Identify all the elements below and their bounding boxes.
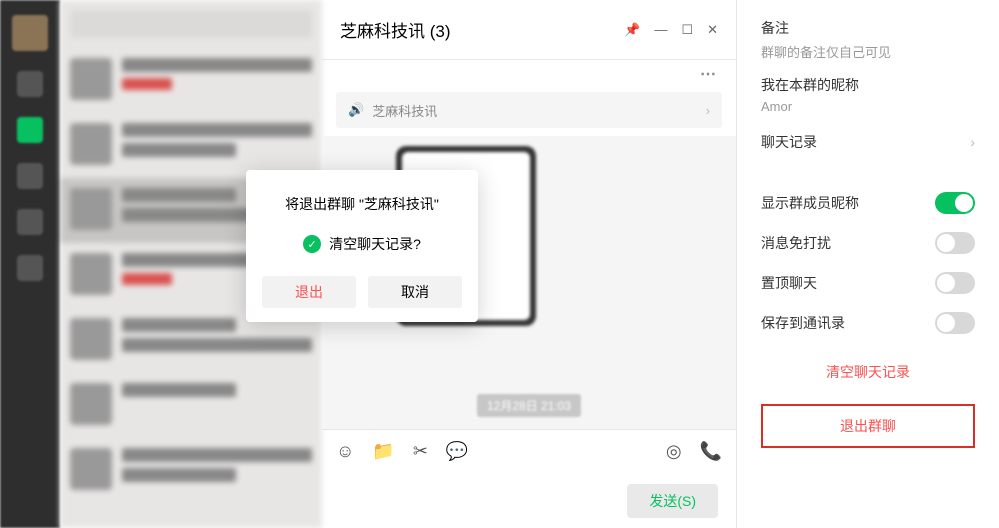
send-button[interactable]: 发送(S) [627,484,718,518]
moments-nav-icon[interactable] [17,255,43,281]
mute-toggle[interactable] [935,232,975,254]
scissors-icon[interactable]: ✂ [413,441,428,462]
pin-icon[interactable]: 📌 [624,22,640,38]
leave-button[interactable]: 退出 [262,276,356,308]
confirm-dialog: 将退出群聊 "芝麻科技讯" ✓ 清空聊天记录? 退出 取消 [246,170,478,322]
group-notice[interactable]: 🔊 芝麻科技讯 › [336,92,722,128]
chevron-right-icon: › [706,103,710,118]
pin-toggle[interactable] [935,272,975,294]
list-item[interactable] [60,438,322,503]
check-icon: ✓ [303,235,321,253]
group-settings: 备注 群聊的备注仅自己可见 我在本群的昵称 Amor 聊天记录 › 显示群成员昵… [737,0,999,528]
chat-history-row[interactable]: 聊天记录 › [761,132,975,152]
folder-icon[interactable]: 📁 [372,441,394,462]
user-avatar[interactable] [12,15,48,51]
nav-sidebar [0,0,60,528]
timestamp: 12月28日 21:03 [477,394,581,417]
contacts-nav-icon[interactable] [17,117,43,143]
list-item[interactable] [60,373,322,438]
history-label: 聊天记录 [761,132,817,152]
chat-header: 芝麻科技讯 (3) 📌 — ☐ ✕ [322,0,736,60]
record-icon[interactable]: ◎ [666,441,682,462]
remark-label: 备注 [761,18,975,38]
minimize-icon[interactable]: — [654,22,667,37]
speaker-icon: 🔊 [348,102,364,118]
chat-title: 芝麻科技讯 (3) [340,17,451,42]
pin-label: 置顶聊天 [761,273,817,293]
notice-text: 芝麻科技讯 [372,101,437,120]
remark-hint: 群聊的备注仅自己可见 [761,42,975,61]
chevron-right-icon: › [970,134,975,150]
save-label: 保存到通讯录 [761,313,845,333]
maximize-icon[interactable]: ☐ [681,22,693,38]
clear-history-button[interactable]: 清空聊天记录 [761,362,975,382]
chat-log-icon[interactable]: 💬 [446,441,468,462]
nickname-label: 我在本群的昵称 [761,75,975,95]
search-input[interactable] [70,10,312,38]
send-bar: 发送(S) [322,473,736,528]
list-item[interactable] [60,48,322,113]
save-toggle[interactable] [935,312,975,334]
files-nav-icon[interactable] [17,209,43,235]
dialog-title: 将退出群聊 "芝麻科技讯" [262,194,462,214]
dialog-checkbox-row[interactable]: ✓ 清空聊天记录? [262,234,462,254]
show-nick-toggle[interactable] [935,192,975,214]
show-nick-label: 显示群成员昵称 [761,193,859,213]
leave-group-button[interactable]: 退出群聊 [761,404,975,448]
checkbox-label: 清空聊天记录? [329,234,421,254]
fav-nav-icon[interactable] [17,163,43,189]
emoji-icon[interactable]: ☺ [336,441,354,462]
close-icon[interactable]: ✕ [707,22,718,38]
nickname-value[interactable]: Amor [761,99,975,114]
cancel-button[interactable]: 取消 [368,276,462,308]
mute-label: 消息免打扰 [761,233,831,253]
chat-nav-icon[interactable] [17,71,43,97]
more-icon[interactable]: ⋯ [700,64,718,84]
toolbar: ☺ 📁 ✂ 💬 ◎ 📞 [322,429,736,473]
list-item[interactable] [60,113,322,178]
call-icon[interactable]: 📞 [700,441,722,462]
